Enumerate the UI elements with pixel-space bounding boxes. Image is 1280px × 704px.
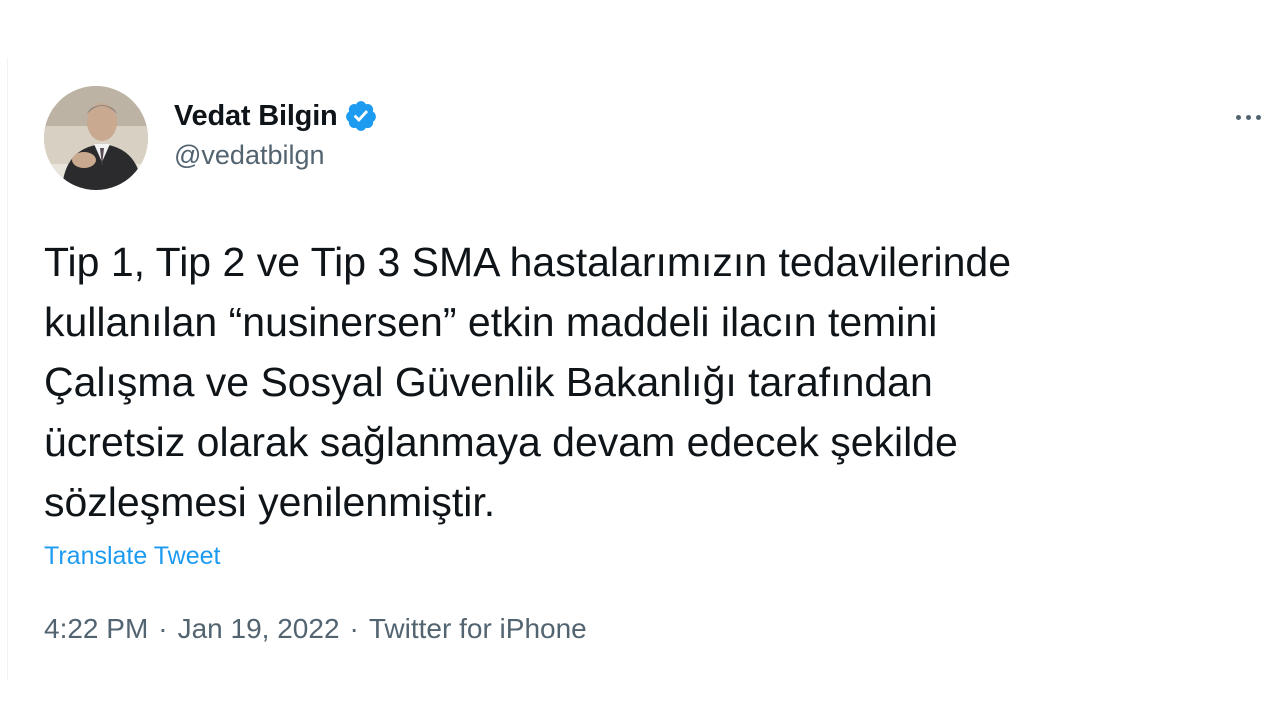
translate-tweet-link[interactable]: Translate Tweet (44, 542, 220, 571)
tweet-card: Vedat Bilgin @vedatbilgn Tip 1, Tip 2 ve (44, 86, 1270, 645)
tweet-text-line: Tip 1, Tip 2 ve Tip 3 SMA hastalarımızın… (44, 239, 1012, 285)
more-options-icon[interactable] (1226, 102, 1270, 132)
tweet-text-line: kullanılan “nusinersen” etkin maddeli il… (44, 299, 938, 345)
author-handle[interactable]: @vedatbilgn (174, 140, 378, 171)
separator: · (349, 613, 359, 644)
more-dot (1235, 114, 1241, 120)
more-dot (1245, 114, 1251, 120)
tweet-time[interactable]: 4:22 PM (44, 613, 148, 645)
tweet-text-line: Çalışma ve Sosyal Güvenlik Bakanlığı tar… (44, 359, 933, 405)
avatar[interactable] (44, 86, 148, 190)
more-dot (1255, 114, 1261, 120)
tweet-text-line: sözleşmesi yenilenmiştir. (44, 479, 496, 525)
divider (7, 58, 8, 680)
name-row: Vedat Bilgin (174, 98, 378, 134)
author-names: Vedat Bilgin @vedatbilgn (174, 98, 378, 171)
tweet-page: Vedat Bilgin @vedatbilgn Tip 1, Tip 2 ve (0, 0, 1280, 704)
tweet-text: Tip 1, Tip 2 ve Tip 3 SMA hastalarımızın… (44, 232, 1224, 532)
tweet-metadata: 4:22 PM · Jan 19, 2022 · Twitter for iPh… (44, 613, 1270, 645)
tweet-date[interactable]: Jan 19, 2022 (178, 613, 340, 645)
tweet-text-line: ücretsiz olarak sağlanmaya devam edecek … (44, 419, 958, 465)
avatar-photo-icon (44, 86, 148, 190)
display-name[interactable]: Vedat Bilgin (174, 100, 338, 133)
tweet-header: Vedat Bilgin @vedatbilgn (44, 86, 1270, 190)
verified-badge-icon (344, 99, 378, 133)
separator: · (158, 613, 168, 644)
tweet-source[interactable]: Twitter for iPhone (369, 613, 587, 645)
